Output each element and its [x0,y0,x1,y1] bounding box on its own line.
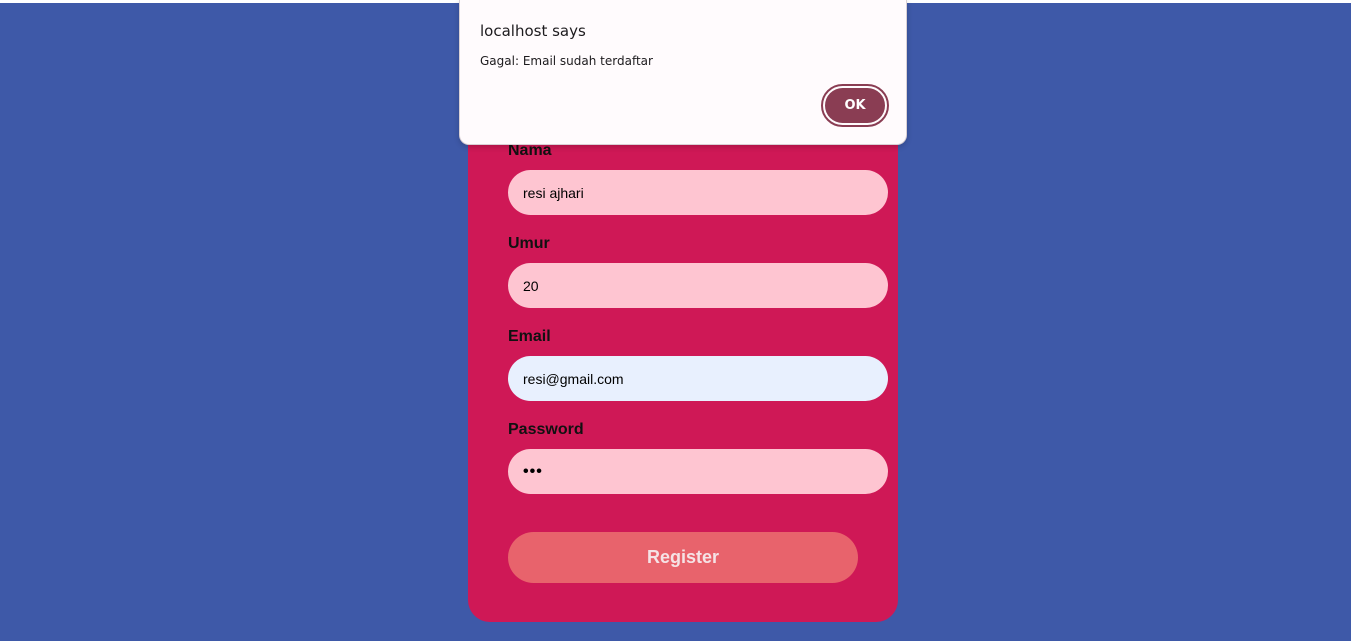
email-input[interactable]: resi@gmail.com [508,356,888,401]
register-form-card: Nama resi ajhari Umur 20 Email resi@gmai… [468,100,898,622]
ok-button[interactable]: OK [821,84,889,127]
password-label: Password [508,421,584,438]
age-input[interactable]: 20 [508,263,888,308]
age-label: Umur [508,235,550,252]
email-label: Email [508,328,551,345]
password-input[interactable]: ••• [508,449,888,494]
ok-button-label: OK [825,88,885,123]
alert-dialog: localhost says Gagal: Email sudah terdaf… [459,0,907,145]
name-input[interactable]: resi ajhari [508,170,888,215]
dialog-title: localhost says [480,22,586,40]
dialog-message: Gagal: Email sudah terdaftar [480,54,653,68]
register-button[interactable]: Register [508,532,858,583]
